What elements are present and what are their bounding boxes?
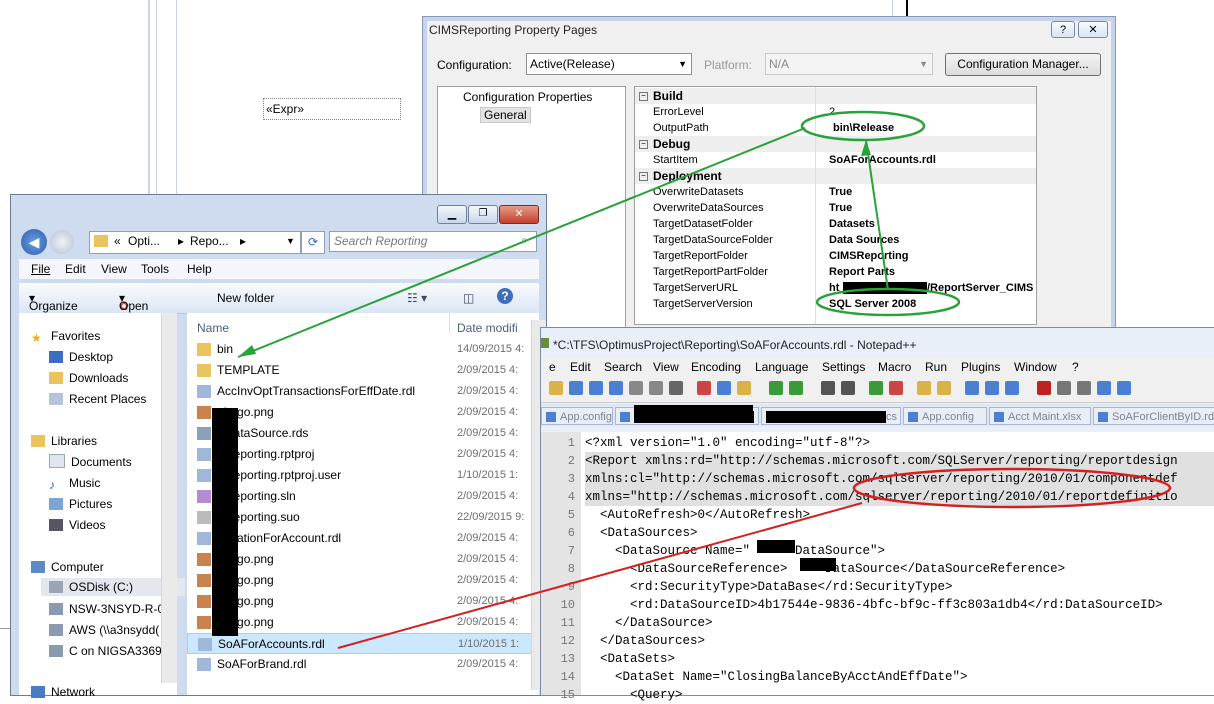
annotation-arrow-bin xyxy=(237,127,806,358)
annotation-ellipse-serverversion xyxy=(815,287,961,317)
annotation-arrow-version xyxy=(865,139,889,291)
annotation-ellipse-outputpath xyxy=(800,110,926,142)
annotation-arrowhead xyxy=(238,345,256,357)
annotation-arrowhead xyxy=(861,140,871,156)
annotation-line-red xyxy=(337,502,863,649)
annotation-overlay xyxy=(237,110,1172,649)
annotation-ellipse-schema xyxy=(852,467,1172,509)
